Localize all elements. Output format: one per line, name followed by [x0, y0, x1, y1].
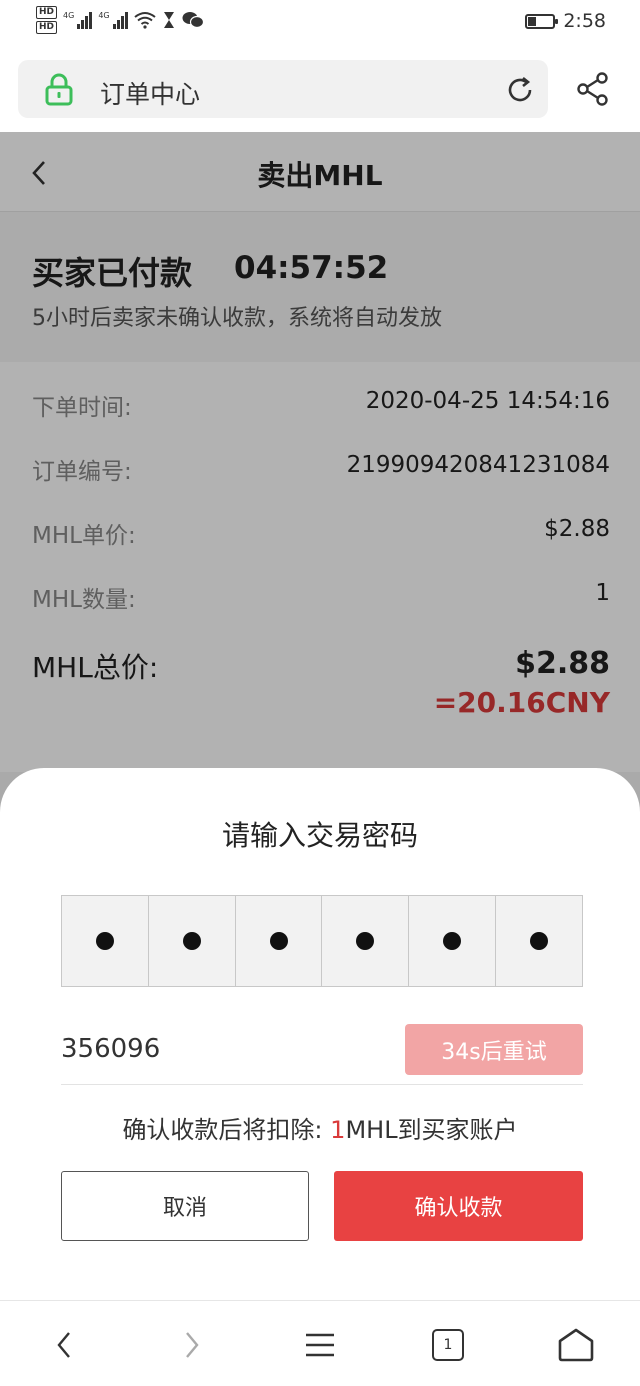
status-time: 2:58	[563, 10, 606, 32]
url-title: 订单中心	[100, 80, 201, 109]
password-digit	[236, 896, 323, 986]
status-bar: HD HD 4G 4G 2:58	[0, 0, 640, 44]
password-dot	[530, 932, 549, 950]
verification-code-input[interactable]	[61, 1024, 401, 1074]
divider	[61, 1084, 583, 1085]
hd-badge-2: HD	[36, 21, 58, 34]
password-dot	[182, 932, 201, 950]
hd-badge-1: HD	[36, 6, 58, 19]
reload-icon[interactable]	[504, 74, 536, 106]
nav-home-button[interactable]	[554, 1323, 598, 1367]
nav-back-icon	[57, 1332, 70, 1358]
browser-nav-bar: 1	[0, 1300, 640, 1386]
status-icons: HD HD 4G 4G	[36, 6, 204, 34]
password-digit	[62, 896, 149, 986]
password-digit	[149, 896, 236, 986]
password-dot	[95, 932, 114, 950]
tabs-icon: 1	[432, 1329, 464, 1361]
nav-forward-button[interactable]	[170, 1323, 214, 1367]
password-input[interactable]	[61, 895, 583, 987]
browser-bar: 订单中心	[0, 44, 640, 132]
resend-code-button[interactable]: 34s后重试	[405, 1024, 583, 1075]
password-dot	[269, 932, 288, 950]
lock-icon	[45, 73, 73, 106]
battery-icon	[525, 13, 559, 29]
share-icon[interactable]	[576, 72, 610, 106]
deduct-amount: 1	[330, 1116, 346, 1144]
signal-icon-2: 4G	[98, 11, 128, 29]
nav-menu-button[interactable]	[298, 1323, 342, 1367]
screen: HD HD 4G 4G 2:58 订单中心 卖出MHL 买家已付款 04:57:…	[0, 0, 640, 1386]
deduct-notice: 确认收款后将扣除: 1MHL到买家账户	[122, 1116, 518, 1144]
password-sheet: 请输入交易密码 34s后重试 确认收款后将扣除: 1MHL到买家账户 取消 确认…	[0, 768, 640, 1386]
url-bar[interactable]: 订单中心	[18, 60, 548, 118]
cancel-button[interactable]: 取消	[61, 1171, 309, 1241]
hourglass-icon	[163, 12, 174, 28]
password-dot	[356, 932, 375, 950]
sheet-title: 请输入交易密码	[221, 819, 418, 852]
home-icon	[558, 1328, 594, 1362]
password-dot	[443, 932, 462, 950]
status-right: 2:58	[525, 10, 606, 32]
nav-tabs-button[interactable]: 1	[426, 1323, 470, 1367]
confirm-receipt-button[interactable]: 确认收款	[334, 1171, 583, 1241]
password-digit	[322, 896, 410, 986]
nav-forward-icon	[186, 1332, 199, 1358]
nav-back-button[interactable]	[42, 1323, 86, 1367]
wifi-icon	[133, 12, 156, 29]
password-digit	[409, 896, 497, 986]
wechat-icon	[182, 12, 204, 29]
password-digit	[496, 896, 582, 986]
menu-icon	[306, 1333, 334, 1357]
signal-icon-1: 4G	[63, 11, 93, 29]
